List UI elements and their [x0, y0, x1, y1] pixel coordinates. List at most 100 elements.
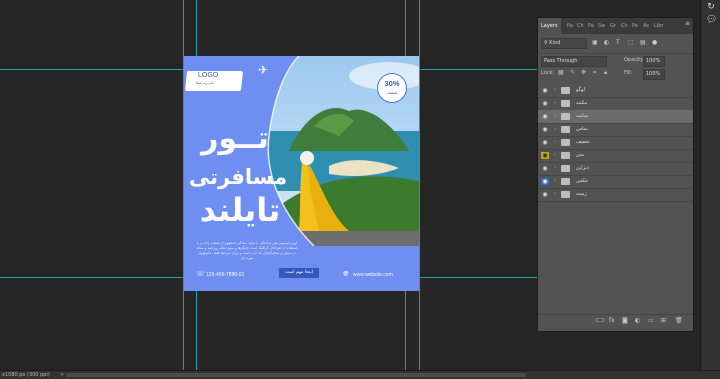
tab-layers[interactable]: Layers — [538, 18, 561, 34]
chevron-right-icon[interactable]: › — [554, 165, 556, 172]
lock-all-icon[interactable]: 🔒︎ — [604, 69, 607, 77]
link-layers-icon[interactable]: ⊂⊃ — [595, 317, 605, 324]
fx-icon[interactable]: fx — [609, 317, 615, 324]
eye-icon[interactable]: ◉ — [541, 87, 549, 94]
panel-menu-icon[interactable]: ≡ — [685, 20, 690, 27]
filter-row: ⚲ Kind ▣ ◐ T ⬚ ▤ ● — [538, 37, 693, 49]
blend-mode-select[interactable]: Pass Through — [541, 56, 607, 67]
folder-icon — [561, 100, 570, 107]
eye-icon[interactable]: ◉ — [541, 100, 549, 107]
panel-tabs: Layers Pa Ch Pa Sw Gr Ch Pa Ac Libr ≡ — [538, 18, 693, 34]
fill-label: Fill: — [624, 70, 633, 76]
layer-name: زمینه — [576, 191, 587, 197]
globe-icon: 🌐︎ — [343, 270, 349, 278]
smart-object-filter-icon[interactable]: ▤ — [640, 39, 646, 46]
history-icon[interactable]: ↻ — [706, 2, 716, 12]
tab-patterns[interactable]: Pa — [632, 18, 638, 34]
layer-row[interactable]: ◉ › لوگو — [538, 84, 693, 98]
chevron-right-icon[interactable]: › — [554, 113, 556, 120]
delete-layer-icon[interactable]: 🗑︎ — [675, 317, 683, 324]
lock-paint-icon[interactable]: ✎ — [570, 69, 575, 76]
opacity-input[interactable]: 100% — [643, 56, 665, 67]
chevron-right-icon[interactable]: › — [554, 178, 556, 185]
lock-transparent-icon[interactable]: ▦ — [558, 69, 564, 76]
headline-tour: تــور — [201, 121, 269, 156]
blend-row: Pass Through Opacity: 100% — [538, 53, 693, 67]
eye-icon[interactable]: ◉ — [541, 139, 549, 146]
folder-icon — [561, 126, 570, 133]
lock-artboard-icon[interactable]: ⌗ — [593, 69, 596, 77]
new-layer-icon[interactable]: ⊞ — [661, 317, 666, 324]
guide-vertical[interactable] — [419, 0, 420, 370]
layer-row[interactable]: ◉ › سایت — [538, 110, 693, 124]
layer-row[interactable]: ◉ › تماس — [538, 123, 693, 137]
pixel-filter-icon[interactable]: ▣ — [592, 39, 598, 46]
folder-icon — [561, 165, 570, 172]
shape-filter-icon[interactable]: ⬚ — [628, 39, 634, 46]
eye-icon[interactable]: ◉ — [541, 152, 549, 159]
layer-name: متن — [576, 152, 584, 158]
tab-gradients[interactable]: Gr — [610, 18, 616, 34]
folder-icon — [561, 152, 570, 159]
eye-icon[interactable]: ◉ — [541, 165, 549, 172]
website-url: www.website.com — [353, 272, 393, 278]
fill-input[interactable]: 100% — [643, 69, 665, 80]
filter-toggle-icon[interactable]: ● — [652, 39, 657, 46]
tab-channels[interactable]: Ch — [577, 18, 584, 34]
opacity-label: Opacity: — [624, 57, 645, 63]
layer-name: سایت — [576, 113, 589, 119]
headline-thailand: تایلند — [199, 191, 281, 229]
kind-label: Kind — [549, 40, 561, 46]
layer-row[interactable]: ◉ › متن — [538, 149, 693, 163]
headline-travel: مسافرتی — [188, 165, 288, 189]
folder-icon — [561, 178, 570, 185]
chevron-right-icon[interactable]: › — [554, 139, 556, 146]
phone-number: 123-456-7890-01 — [206, 272, 245, 278]
add-mask-icon[interactable]: ◙ — [622, 317, 628, 324]
lock-row: Lock: ▦ ✎ ✥ ⌗ 🔒︎ Fill: 100% — [538, 68, 693, 80]
type-filter-icon[interactable]: T — [616, 39, 620, 46]
adjustment-layer-icon[interactable]: ◐ — [635, 317, 640, 324]
chevron-right-icon[interactable]: › — [554, 152, 556, 159]
chevron-right-icon[interactable]: › — [554, 191, 556, 198]
layer-row[interactable]: ◉ › زمینه — [538, 188, 693, 202]
horizontal-scrollbar[interactable] — [66, 373, 526, 377]
layer-row[interactable]: ◉ › عکس — [538, 175, 693, 189]
folder-icon — [561, 191, 570, 198]
layer-name: تماس — [576, 126, 588, 132]
discount-label: تخفیف — [386, 90, 398, 95]
lock-label: Lock: — [541, 70, 555, 76]
chevron-right-icon[interactable]: › — [554, 87, 556, 94]
tab-character[interactable]: Ch — [621, 18, 628, 34]
folder-icon — [561, 87, 570, 94]
eye-icon[interactable]: ◉ — [541, 178, 549, 185]
layer-name: لوگو — [576, 87, 586, 93]
tab-paragraph[interactable]: Pa — [588, 18, 594, 34]
layers-list: ◉ › لوگو ◉ › مکمه ◉ › سایت ◉ › تماس ◉ › تخفیف… — [538, 84, 693, 202]
lock-position-icon[interactable]: ✥ — [581, 69, 586, 76]
layer-row[interactable]: ◉ › تخفیف — [538, 136, 693, 150]
chevron-right-icon[interactable]: › — [554, 126, 556, 133]
layer-row[interactable]: ◉ › دیزاین — [538, 162, 693, 176]
layer-name: تخفیف — [576, 139, 590, 145]
eye-icon[interactable]: ◉ — [541, 191, 549, 198]
tab-paths[interactable]: Pa — [567, 18, 573, 34]
poster-paragraph: لورم ایپسوم متن ساختگی با تولید سادگی نا… — [196, 241, 298, 260]
airplane-icon: ✈ — [258, 63, 269, 77]
layer-row[interactable]: ◉ › مکمه — [538, 97, 693, 111]
discount-percent: 30% — [384, 79, 400, 88]
phone-icon: ☏ — [196, 270, 205, 278]
tab-libraries[interactable]: Libr — [654, 18, 663, 34]
comments-icon[interactable]: 💬︎ — [706, 15, 717, 25]
tab-actions[interactable]: Ac — [643, 18, 649, 34]
folder-icon — [561, 113, 570, 120]
adjustment-filter-icon[interactable]: ◐ — [604, 39, 609, 46]
logo-subtitle: نام برند شما — [196, 81, 214, 85]
new-group-icon[interactable]: ▭ — [648, 317, 654, 324]
kind-filter-select[interactable]: ⚲ Kind — [541, 38, 587, 49]
layers-bottom-toolbar: ⊂⊃ fx ◙ ◐ ▭ ⊞ 🗑︎ — [538, 314, 693, 329]
eye-icon[interactable]: ◉ — [541, 113, 549, 120]
chevron-right-icon[interactable]: › — [554, 100, 556, 107]
eye-icon[interactable]: ◉ — [541, 126, 549, 133]
tab-swatches[interactable]: Sw — [598, 18, 605, 34]
